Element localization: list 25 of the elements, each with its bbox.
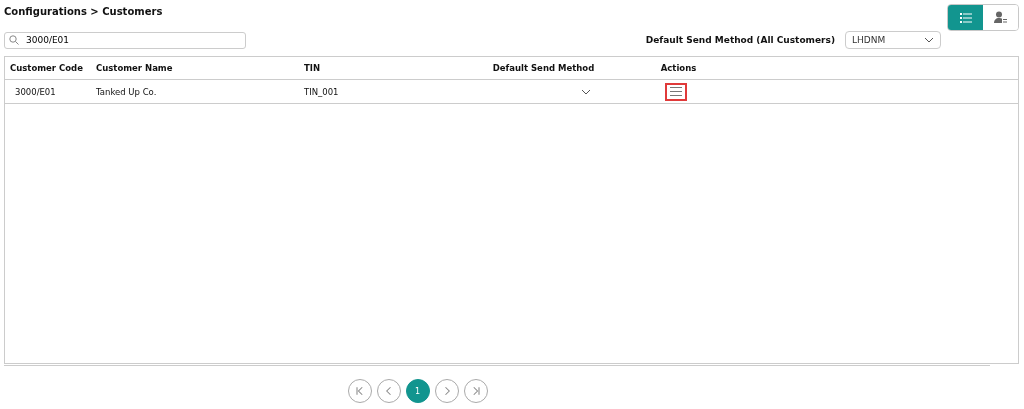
list-icon (959, 12, 972, 23)
chevron-down-icon (581, 88, 591, 95)
field-label: Default Send Method (All Customers) (645, 35, 835, 45)
actions-menu-button[interactable] (665, 82, 687, 101)
breadcrumb: Configurations > Customers (4, 6, 163, 17)
next-page-button[interactable] (434, 379, 459, 403)
column-header: Customer Code (9, 63, 84, 73)
page-button[interactable]: 1 (405, 379, 430, 403)
person-list-icon (994, 11, 1007, 24)
first-page-icon (353, 385, 366, 397)
prev-page-button[interactable] (376, 379, 401, 403)
last-page-button[interactable] (463, 379, 488, 403)
send-method-select[interactable]: LHDNM (845, 31, 941, 49)
column-header: Default Send Method (491, 63, 596, 73)
chevron-down-icon (924, 37, 934, 43)
column-header: Actions (659, 63, 698, 73)
table-cell-text: 3000/E01 (14, 86, 57, 97)
table-cell-text: TIN_001 (303, 86, 340, 97)
column-header: TIN (303, 63, 322, 73)
column-header: Customer Name (95, 63, 174, 73)
menu-icon (670, 87, 682, 96)
first-page-button[interactable] (347, 379, 372, 403)
search-field[interactable]: 3000/E01 (4, 31, 246, 49)
search-icon (9, 35, 19, 45)
table-cell-text: Tanked Up Co. (95, 86, 158, 97)
